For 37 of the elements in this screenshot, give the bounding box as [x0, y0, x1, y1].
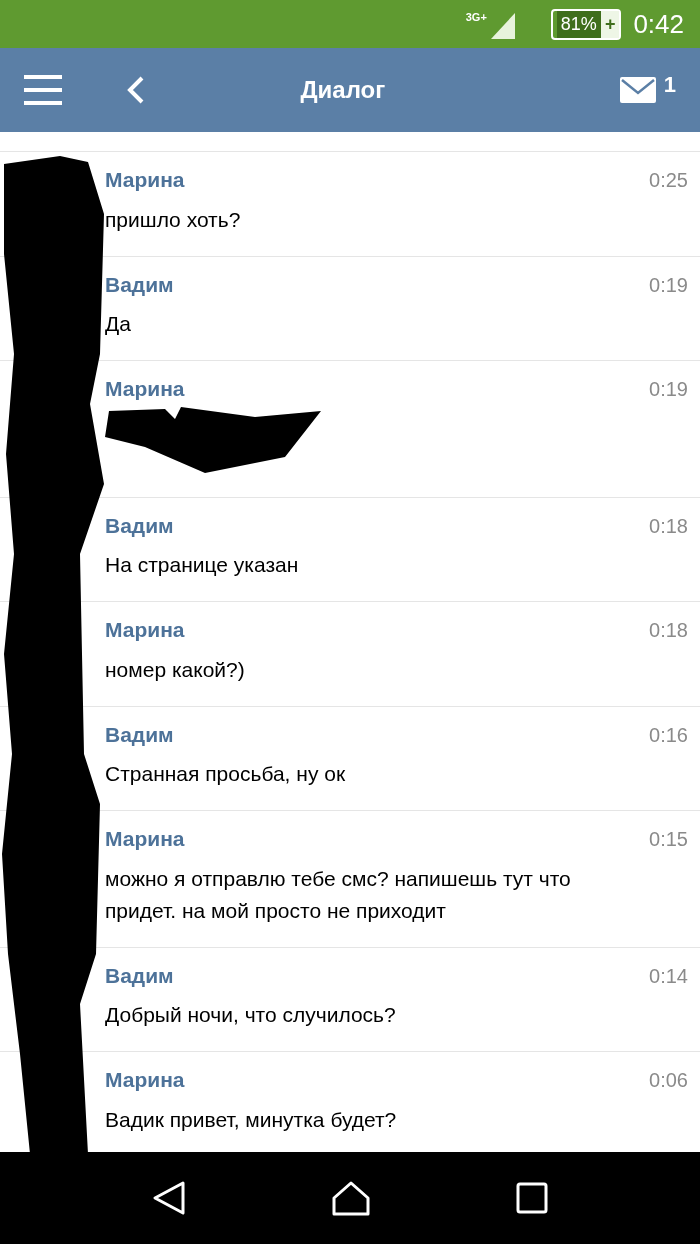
mail-icon[interactable] [619, 77, 656, 103]
sender-name: Вадим [105, 721, 174, 748]
screen-title: Диалог [299, 75, 387, 105]
sender-name: Вадим [105, 512, 174, 539]
sender-name: Марина [105, 376, 185, 402]
message-text: пришло хоть? [105, 206, 242, 233]
message-time: 0:16 [649, 722, 688, 748]
sender-name: Марина [105, 167, 185, 193]
message-time: 0:18 [649, 618, 688, 643]
message-text: можно я отправлю тебе смс? напишешь тут что придет. на мой просто не приходит [105, 865, 572, 924]
message-text: Странная просьба, ну ок [105, 761, 347, 787]
message-text: На странице указан [105, 552, 300, 578]
message-time: 0:06 [649, 1068, 688, 1093]
message-time: 0:25 [649, 168, 688, 193]
message-text: Да [105, 311, 132, 337]
clock: 0:42 [633, 7, 684, 41]
sender-name: Вадим [105, 271, 174, 298]
recents-icon[interactable] [515, 1182, 548, 1214]
sender-name: Марина [105, 826, 185, 852]
home-icon[interactable] [331, 1180, 371, 1216]
sender-name: Вадим [105, 962, 174, 989]
message-time: 0:14 [649, 963, 688, 989]
message-time: 0:19 [649, 377, 688, 402]
message-text: Вадик привет, минутка будет? [105, 1106, 398, 1133]
message-text: Добрый ночи, что случилось? [105, 1002, 397, 1028]
message-time: 0:15 [649, 827, 688, 852]
menu-button[interactable] [24, 75, 62, 105]
sender-name: Марина [105, 617, 185, 643]
message-time: 0:19 [649, 272, 688, 298]
message-time: 0:18 [649, 513, 688, 539]
sender-name: Марина [105, 1067, 185, 1093]
back-nav-icon[interactable] [152, 1180, 187, 1216]
network-label: 3G+ [465, 10, 487, 25]
battery-icon: 81% + [550, 8, 622, 40]
message-text: номер какой?) [105, 656, 246, 683]
unread-count: 1 [663, 71, 676, 99]
back-button[interactable] [126, 75, 146, 105]
